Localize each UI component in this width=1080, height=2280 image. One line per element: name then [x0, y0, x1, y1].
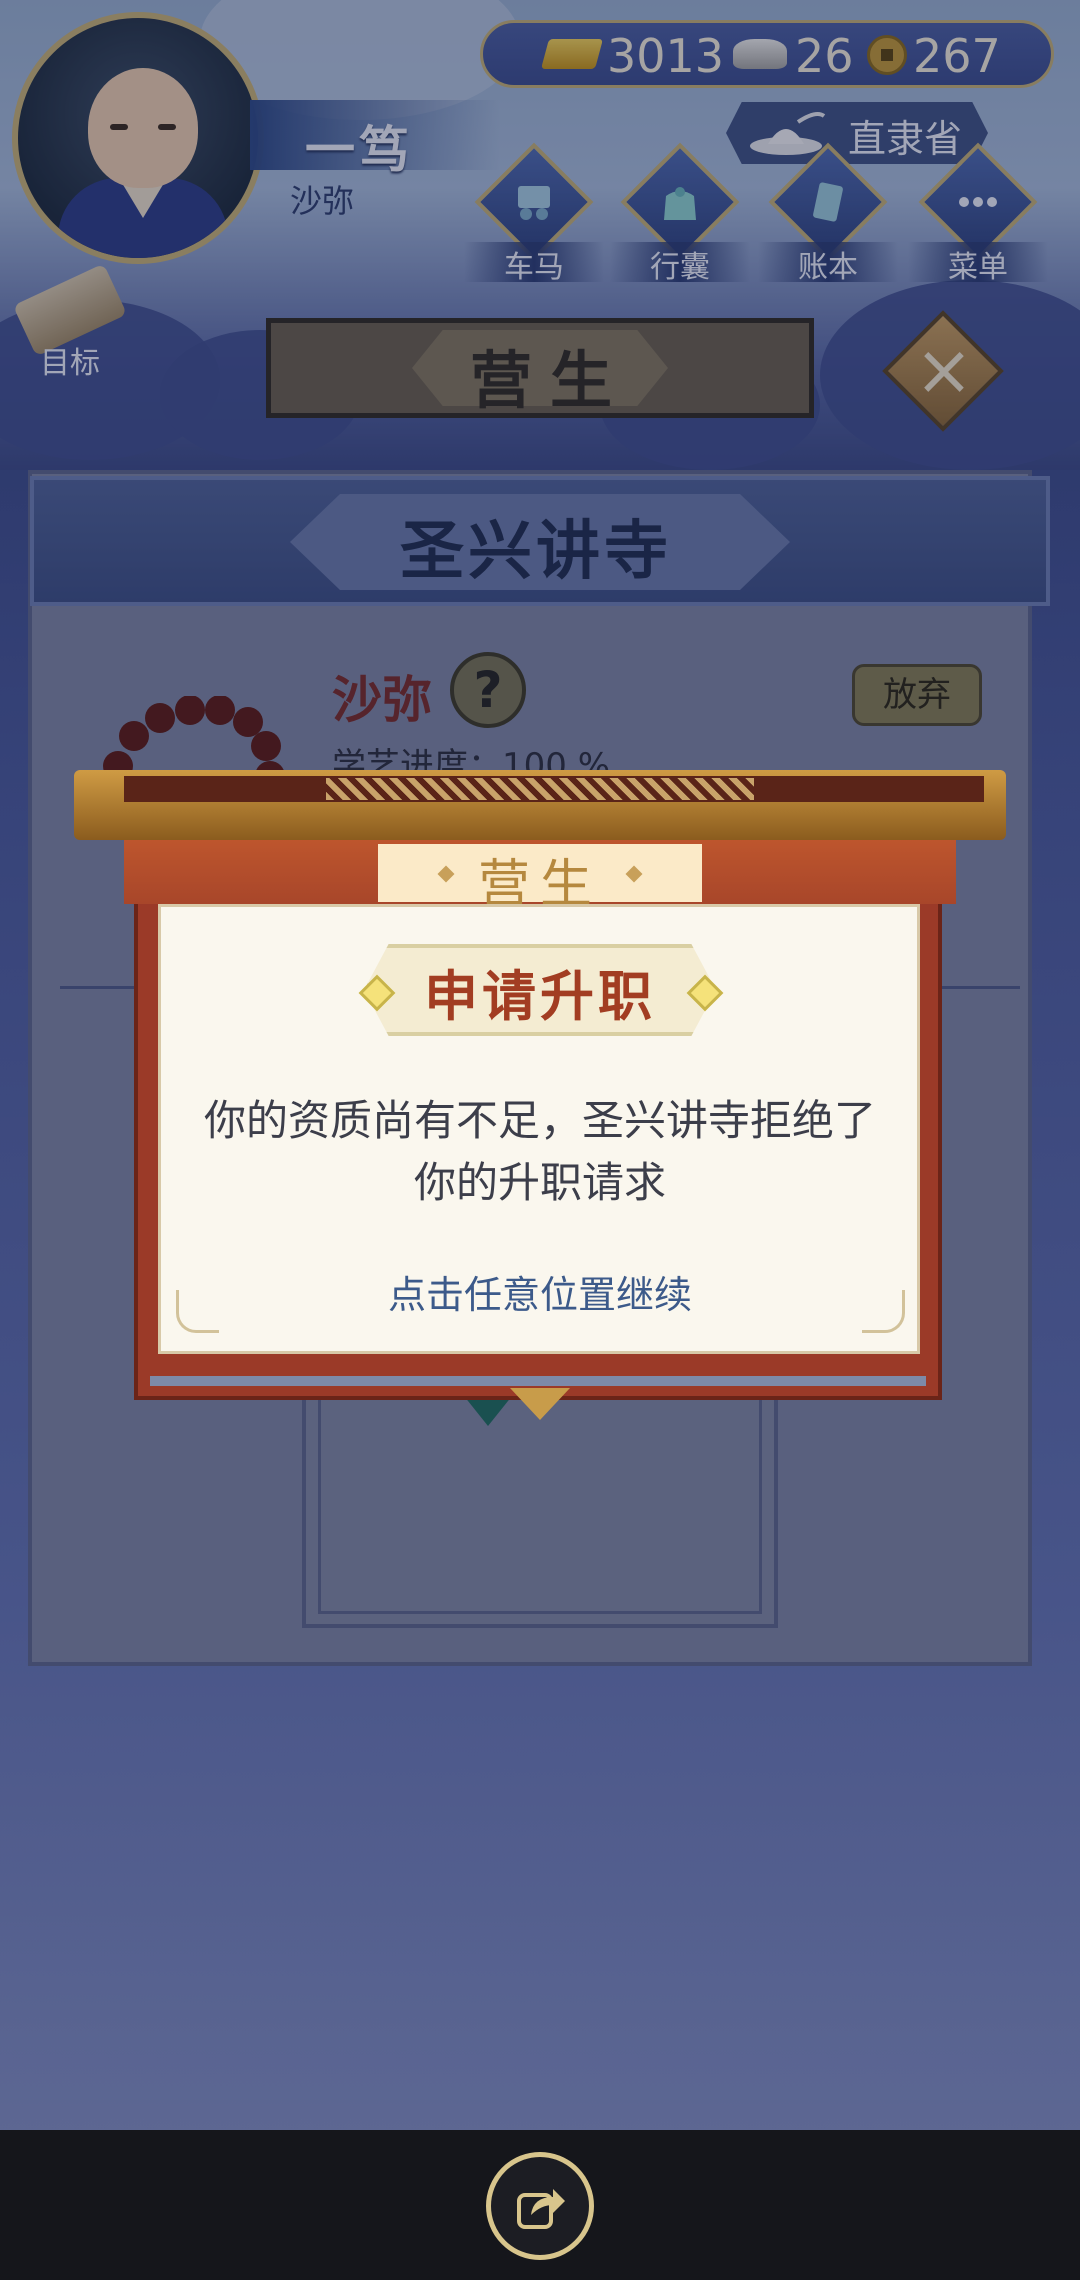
continue-hint[interactable]: 点击任意位置继续: [190, 1264, 890, 1319]
modal-message: 你的资质尚有不足，圣兴讲寺拒绝了你的升职请求: [203, 1096, 876, 1207]
share-button[interactable]: [486, 2152, 594, 2260]
modal-roof-pattern: [326, 778, 754, 800]
corner-ornament: [862, 1290, 905, 1333]
share-icon: [517, 2189, 565, 2229]
modal-bottom-bar: [150, 1376, 926, 1386]
modal-title: 申请升职: [424, 965, 656, 1028]
corner-ornament: [176, 1290, 219, 1333]
